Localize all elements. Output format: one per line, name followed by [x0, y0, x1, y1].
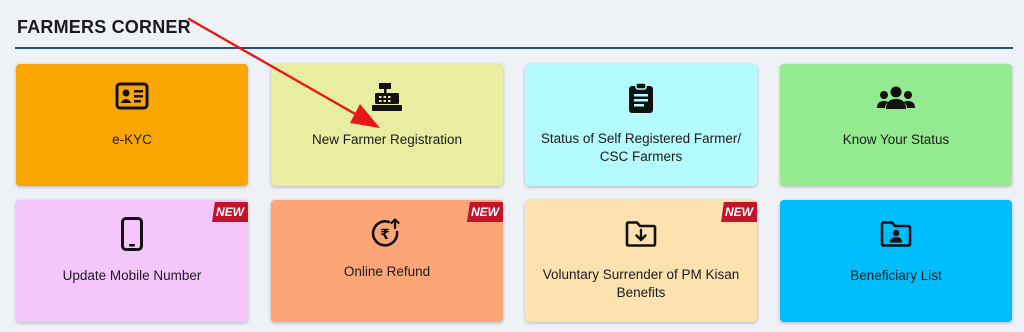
id-card-icon: [16, 82, 248, 110]
card-update-mobile-number[interactable]: NEW Update Mobile Number: [16, 200, 248, 322]
card-label: Voluntary Surrender of PM Kisan Benefits: [542, 267, 740, 300]
card-new-farmer-registration[interactable]: New Farmer Registration: [271, 64, 503, 186]
section-divider: [15, 47, 1013, 49]
card-label: New Farmer Registration: [311, 132, 463, 147]
users-group-icon: [780, 86, 1012, 110]
card-know-your-status[interactable]: Know Your Status: [780, 64, 1012, 186]
section-title: FARMERS CORNER: [17, 17, 191, 37]
card-label: Know Your Status: [842, 132, 950, 147]
card-beneficiary-list[interactable]: Beneficiary List: [780, 200, 1012, 322]
card-label: Status of Self Registered Farmer/ CSC Fa…: [540, 131, 742, 164]
card-label: Update Mobile Number: [62, 268, 202, 283]
card-ekyc[interactable]: e-KYC: [16, 64, 248, 186]
card-label: Online Refund: [343, 264, 431, 279]
card-online-refund[interactable]: NEW ₹ Online Refund: [271, 200, 503, 322]
mobile-phone-icon: [16, 217, 248, 251]
clipboard-icon: [525, 82, 757, 114]
card-label: e-KYC: [112, 132, 152, 147]
card-label: Beneficiary List: [850, 268, 942, 283]
svg-text:₹: ₹: [380, 227, 390, 243]
card-status-self-registered[interactable]: Status of Self Registered Farmer/ CSC Fa…: [525, 64, 757, 186]
new-badge: NEW: [721, 202, 757, 222]
cash-register-icon: [271, 82, 503, 112]
folder-download-icon: [525, 221, 757, 247]
card-voluntary-surrender[interactable]: NEW Voluntary Surrender of PM Kisan Bene…: [525, 200, 757, 322]
folder-user-icon: [780, 221, 1012, 247]
rupee-refund-icon: ₹: [271, 218, 503, 250]
